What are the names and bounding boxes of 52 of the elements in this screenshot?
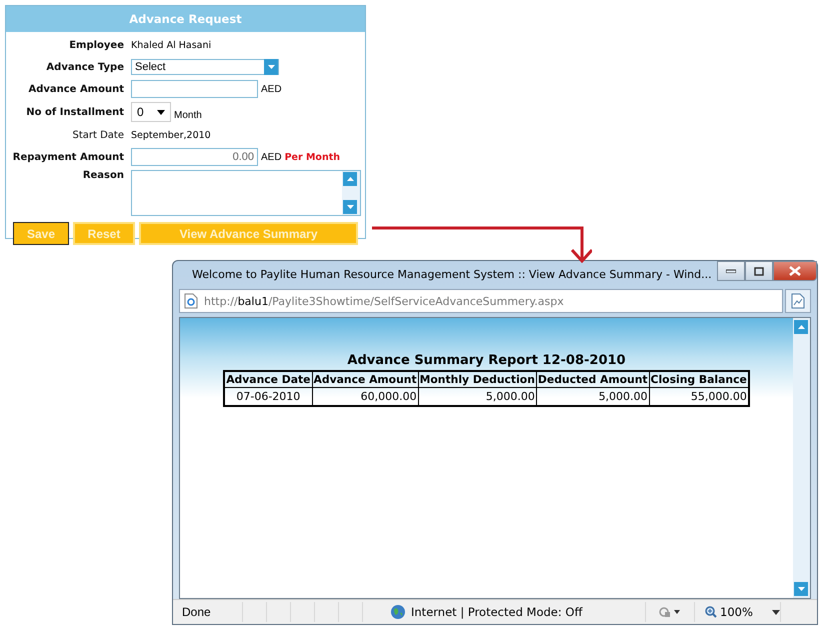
- field-value: September,2010: [131, 130, 211, 140]
- form-title: Advance Request: [6, 6, 365, 32]
- close-button[interactable]: [772, 261, 817, 281]
- input-field[interactable]: 0.00: [131, 148, 258, 166]
- lock-icon: [659, 606, 681, 618]
- unit-label: AED: [261, 84, 282, 94]
- maximize-icon: [754, 266, 764, 276]
- minimize-icon: [726, 269, 736, 273]
- scroll-up-button[interactable]: [343, 172, 357, 186]
- field-label: No of Installment: [25, 106, 125, 118]
- dropdown[interactable]: Select: [131, 59, 279, 75]
- report-title: Advance Summary Report 12-08-2010: [347, 353, 626, 368]
- zone-text: Internet | Protected Mode: Off: [411, 605, 582, 619]
- caret-icon: [772, 610, 780, 614]
- scroll-down-button[interactable]: [343, 200, 357, 214]
- field-label: Start Date: [71, 130, 125, 140]
- text-area[interactable]: [131, 170, 361, 216]
- field-value: Khaled Al Hasani: [131, 40, 212, 50]
- page-icon: [791, 293, 805, 309]
- scroll-down-button[interactable]: [794, 582, 808, 596]
- minimize-button[interactable]: [716, 261, 745, 281]
- column-header: Advance Date: [224, 371, 312, 388]
- close-icon: [788, 266, 801, 276]
- note-label: Per Month: [284, 152, 340, 162]
- down-arrow-icon: [798, 587, 804, 591]
- address-field[interactable]: http://balu1/Paylite3Showtime/SelfServiceAdvanceSummery.aspx: [179, 289, 783, 313]
- unit-label: AED: [261, 152, 282, 162]
- globe-icon: [390, 604, 406, 620]
- field-label: Advance Amount: [27, 84, 125, 94]
- dropdown[interactable]: 0: [131, 102, 171, 122]
- field-label: Repayment Amount: [12, 152, 125, 162]
- field-label: Advance Type: [45, 62, 125, 72]
- field-label: Employee: [68, 40, 125, 50]
- up-arrow-icon: [798, 325, 804, 329]
- zoom-icon: [705, 606, 717, 618]
- status-text: Done: [179, 602, 243, 622]
- zoom-dropdown[interactable]: 100%: [695, 602, 781, 622]
- input-field[interactable]: [131, 80, 258, 98]
- column-header: Advance Amount: [312, 371, 418, 388]
- field-label: Reason: [82, 170, 125, 181]
- down-arrow-icon: [346, 205, 354, 209]
- window-title: Welcome to Paylite Human Resource Management System :: View Advance Summary - Wind...: [192, 268, 712, 281]
- page-icon: [184, 293, 198, 309]
- caret-icon: [157, 110, 165, 114]
- maximize-button[interactable]: [744, 261, 773, 281]
- column-header: Monthly Deduction: [418, 371, 536, 388]
- up-arrow-icon: [346, 177, 354, 181]
- column-header: Deducted Amount: [536, 371, 650, 388]
- compatibility-button[interactable]: [785, 289, 811, 313]
- unit-label: Month: [174, 110, 202, 120]
- scroll-up-button[interactable]: [794, 320, 808, 334]
- caret-icon: [268, 65, 274, 69]
